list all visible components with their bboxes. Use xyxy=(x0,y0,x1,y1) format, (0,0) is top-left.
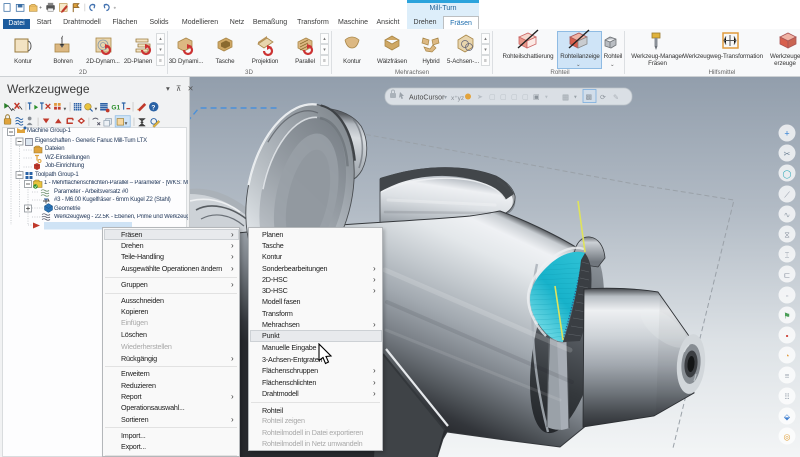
svg-text:◯: ◯ xyxy=(783,170,792,179)
svg-text:✎: ✎ xyxy=(613,95,619,102)
svg-text:AutoCursor: AutoCursor xyxy=(409,95,445,102)
svg-text:⧖: ⧖ xyxy=(784,231,790,240)
svg-text:▢: ▢ xyxy=(489,94,496,101)
svg-text:≡: ≡ xyxy=(785,372,790,381)
svg-text:▢: ▢ xyxy=(500,94,507,101)
svg-text:▢: ▢ xyxy=(522,94,529,101)
svg-text:?: ? xyxy=(151,105,155,112)
svg-text:▢: ▢ xyxy=(511,94,518,101)
svg-text:+: + xyxy=(784,129,789,139)
svg-text:▫: ▫ xyxy=(786,292,789,301)
svg-text:▣: ▣ xyxy=(533,94,540,101)
svg-text:⊏: ⊏ xyxy=(784,271,791,280)
svg-text:▾: ▾ xyxy=(63,107,66,113)
svg-text:⚑: ⚑ xyxy=(783,312,790,321)
svg-text:▾: ▾ xyxy=(574,95,577,101)
svg-text:⟳: ⟳ xyxy=(600,95,606,102)
svg-text:◎: ◎ xyxy=(784,433,791,442)
svg-text:▦: ▦ xyxy=(562,93,569,102)
svg-text:◔: ◔ xyxy=(785,352,790,361)
svg-text:✂: ✂ xyxy=(784,150,791,159)
svg-text:⟋: ⟋ xyxy=(784,191,790,200)
svg-text:▾: ▾ xyxy=(95,107,98,113)
svg-text:⠿: ⠿ xyxy=(784,393,790,402)
svg-text:▪: ▪ xyxy=(786,332,789,341)
svg-text:▾: ▾ xyxy=(444,95,447,101)
svg-text:G1: G1 xyxy=(111,105,120,112)
svg-text:▾: ▾ xyxy=(545,95,548,101)
svg-text:⌶: ⌶ xyxy=(785,251,790,260)
svg-text:➤: ➤ xyxy=(477,94,483,101)
svg-text:▩: ▩ xyxy=(586,94,593,101)
svg-text:⬙: ⬙ xyxy=(784,413,791,422)
svg-text:▾: ▾ xyxy=(125,121,128,127)
svg-text:∿: ∿ xyxy=(784,211,791,220)
svg-text:x⁺yz: x⁺yz xyxy=(451,95,464,102)
